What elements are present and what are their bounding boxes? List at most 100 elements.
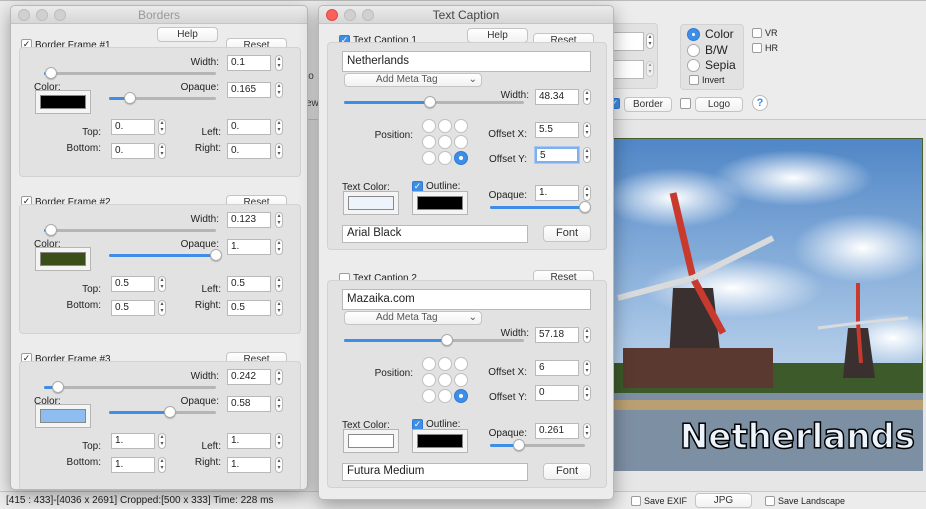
opaque-slider[interactable]: [109, 92, 216, 104]
zoom-icon[interactable]: [362, 9, 374, 21]
opaque-slider[interactable]: [109, 249, 222, 261]
logo-button[interactable]: Logo: [695, 97, 743, 112]
mode-color-radio[interactable]: [687, 28, 700, 41]
opaque-stepper[interactable]: ▴ ▾: [583, 185, 591, 201]
width-input[interactable]: 57.18: [535, 327, 579, 343]
borders-help-button[interactable]: Help: [157, 27, 218, 42]
font-name-input[interactable]: Futura Medium: [342, 463, 528, 481]
width-slider[interactable]: [44, 224, 216, 236]
width-slider[interactable]: [44, 67, 216, 79]
text-color-swatch[interactable]: [343, 429, 399, 453]
save-exif-checkbox[interactable]: [631, 496, 641, 506]
left-input[interactable]: 1.: [227, 433, 271, 449]
jpg-button[interactable]: JPG: [695, 493, 752, 508]
left-stepper[interactable]: ▴ ▾: [275, 276, 283, 292]
offset-y-stepper[interactable]: ▴ ▾: [583, 147, 591, 163]
position-radio[interactable]: [454, 389, 468, 403]
position-radio[interactable]: [422, 357, 436, 371]
top-input[interactable]: 1.: [111, 433, 155, 449]
left-stepper[interactable]: ▴ ▾: [275, 119, 283, 135]
font-button[interactable]: Font: [543, 463, 591, 480]
logo-checkbox[interactable]: [680, 98, 691, 109]
opaque-input[interactable]: 0.165: [227, 82, 271, 98]
mode-sepia-radio[interactable]: [687, 59, 700, 72]
width-stepper[interactable]: ▴ ▾: [583, 89, 591, 105]
width-slider[interactable]: [344, 96, 524, 108]
close-icon[interactable]: [326, 9, 338, 21]
size-stepper-2[interactable]: ▴ ▾: [646, 61, 654, 77]
bottom-stepper[interactable]: ▴ ▾: [158, 300, 166, 316]
width-stepper[interactable]: ▴ ▾: [275, 212, 283, 228]
width-slider[interactable]: [344, 334, 524, 346]
mode-bw-radio[interactable]: [687, 44, 700, 57]
right-stepper[interactable]: ▴ ▾: [275, 300, 283, 316]
zoom-icon[interactable]: [54, 9, 66, 21]
opaque-stepper[interactable]: ▴ ▾: [275, 239, 283, 255]
right-input[interactable]: 0.: [227, 143, 271, 159]
left-stepper[interactable]: ▴ ▾: [275, 433, 283, 449]
hr-checkbox[interactable]: [752, 43, 762, 53]
bottom-input[interactable]: 0.5: [111, 300, 155, 316]
right-stepper[interactable]: ▴ ▾: [275, 457, 283, 473]
position-radio[interactable]: [438, 389, 452, 403]
width-input[interactable]: 48.34: [535, 89, 579, 105]
offset-x-input[interactable]: 5.5: [535, 122, 579, 138]
size-stepper-1[interactable]: ▴ ▾: [646, 33, 654, 49]
opaque-input[interactable]: 0.58: [227, 396, 271, 412]
position-radio[interactable]: [422, 151, 436, 165]
save-landscape-checkbox[interactable]: [765, 496, 775, 506]
color-swatch[interactable]: [35, 247, 91, 271]
position-radio[interactable]: [454, 151, 468, 165]
opaque-stepper[interactable]: ▴ ▾: [275, 82, 283, 98]
add-meta-tag-select[interactable]: Add Meta Tag ⌄: [344, 311, 482, 325]
size-input-2[interactable]: [612, 60, 644, 79]
opaque-stepper[interactable]: ▴ ▾: [583, 423, 591, 439]
left-input[interactable]: 0.5: [227, 276, 271, 292]
color-swatch[interactable]: [35, 404, 91, 428]
position-radio[interactable]: [438, 135, 452, 149]
offset-x-stepper[interactable]: ▴ ▾: [583, 122, 591, 138]
position-radio[interactable]: [438, 151, 452, 165]
top-stepper[interactable]: ▴ ▾: [158, 119, 166, 135]
opaque-input[interactable]: 0.261: [535, 423, 579, 439]
width-stepper[interactable]: ▴ ▾: [583, 327, 591, 343]
top-stepper[interactable]: ▴ ▾: [158, 433, 166, 449]
bottom-input[interactable]: 0.: [111, 143, 155, 159]
top-input[interactable]: 0.5: [111, 276, 155, 292]
width-input[interactable]: 0.1: [227, 55, 271, 71]
width-input[interactable]: 0.242: [227, 369, 271, 385]
offset-x-stepper[interactable]: ▴ ▾: [583, 360, 591, 376]
minimize-icon[interactable]: [36, 9, 48, 21]
position-radio[interactable]: [422, 373, 436, 387]
border-button[interactable]: Border: [624, 97, 672, 112]
width-slider[interactable]: [44, 381, 216, 393]
position-radio[interactable]: [422, 389, 436, 403]
help-icon[interactable]: ?: [752, 95, 768, 111]
caption-text-input[interactable]: Mazaika.com: [342, 289, 591, 310]
outline-color-swatch[interactable]: [412, 429, 468, 453]
position-radio[interactable]: [454, 357, 468, 371]
add-meta-tag-select[interactable]: Add Meta Tag ⌄: [344, 73, 482, 87]
offset-y-input[interactable]: 0: [535, 385, 579, 401]
right-stepper[interactable]: ▴ ▾: [275, 143, 283, 159]
offset-y-stepper[interactable]: ▴ ▾: [583, 385, 591, 401]
color-swatch[interactable]: [35, 90, 91, 114]
offset-x-input[interactable]: 6: [535, 360, 579, 376]
opaque-input[interactable]: 1.: [227, 239, 271, 255]
opaque-stepper[interactable]: ▴ ▾: [275, 396, 283, 412]
font-button[interactable]: Font: [543, 225, 591, 242]
outline-color-swatch[interactable]: [412, 191, 468, 215]
top-input[interactable]: 0.: [111, 119, 155, 135]
position-radio[interactable]: [438, 373, 452, 387]
width-input[interactable]: 0.123: [227, 212, 271, 228]
vr-checkbox[interactable]: [752, 28, 762, 38]
position-radio[interactable]: [438, 119, 452, 133]
font-name-input[interactable]: Arial Black: [342, 225, 528, 243]
bottom-stepper[interactable]: ▴ ▾: [158, 457, 166, 473]
left-input[interactable]: 0.: [227, 119, 271, 135]
minimize-icon[interactable]: [344, 9, 356, 21]
opaque-slider[interactable]: [490, 439, 585, 451]
invert-checkbox[interactable]: [689, 75, 699, 85]
offset-y-input[interactable]: 5: [535, 147, 579, 163]
top-stepper[interactable]: ▴ ▾: [158, 276, 166, 292]
